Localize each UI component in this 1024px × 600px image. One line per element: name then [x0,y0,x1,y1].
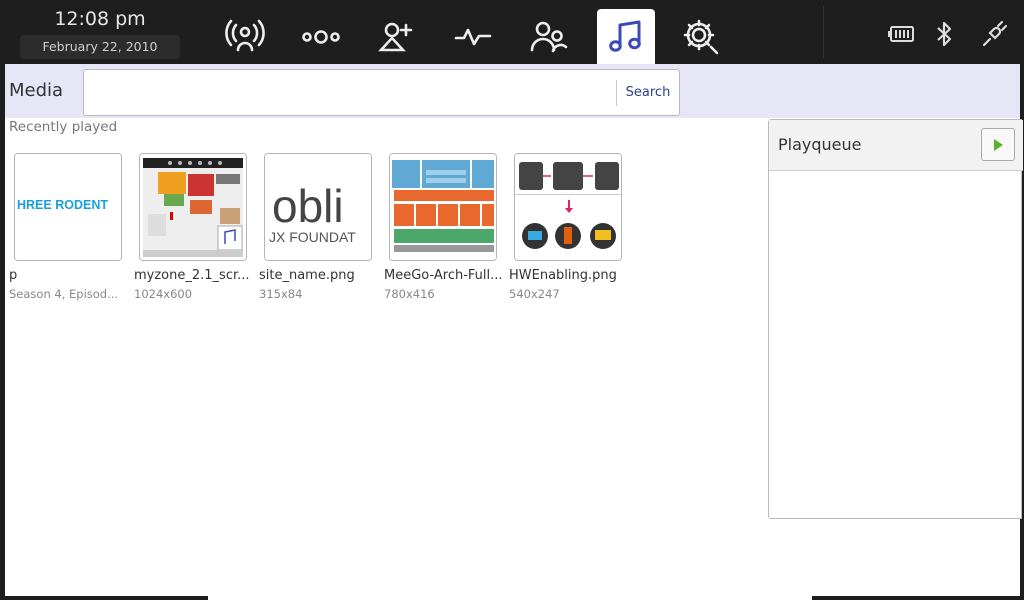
people-icon [530,21,568,52]
battery-icon [888,26,914,42]
bluetooth-status[interactable] [926,16,962,52]
playqueue-title: Playqueue [778,135,862,154]
nav-zones[interactable] [292,9,350,64]
media-item-subtitle: 1024x600 [134,287,193,301]
media-panel: Media Search Recently played HREE RODENT… [5,64,1023,600]
gear-icon [683,19,719,54]
site-name-thumbnail-image: obli JX FOUNDAT [265,154,371,260]
top-bar: 12:08 pm February 22, 2010 [0,0,1024,64]
nav-media[interactable] [597,9,655,64]
clock-time: 12:08 pm [54,8,146,30]
pulse-icon [454,28,492,45]
thumb-text: JX FOUNDAT [269,229,356,245]
media-thumbnail[interactable] [139,153,247,261]
media-thumbnail[interactable]: HREE RODENT [14,153,122,261]
media-thumbnail[interactable]: obli JX FOUNDAT [264,153,372,261]
media-header: Media Search [5,64,1020,118]
nav-people[interactable] [368,9,426,64]
play-icon [994,138,1003,151]
media-thumbnail[interactable] [514,153,622,261]
music-note-icon [609,20,641,52]
search-button[interactable]: Search [616,80,679,106]
media-item-title[interactable]: myzone_2.1_scr... [134,268,254,283]
network-status[interactable] [976,16,1012,52]
nav-status[interactable] [216,9,274,64]
architecture-diagram-thumbnail-image [390,154,496,260]
bluetooth-icon [937,21,952,47]
battery-status[interactable] [883,16,919,52]
hw-enabling-thumbnail-image [515,154,621,260]
media-item-subtitle: 780x416 [384,287,435,301]
media-item-subtitle: Season 4, Episod... [9,287,119,301]
thumb-text: HREE RODENT [17,198,108,212]
thumb-text: obli [272,180,344,232]
section-label: Recently played [9,119,118,135]
clock: 12:08 pm February 22, 2010 [20,6,180,59]
bottom-strip-left [0,596,208,600]
play-button[interactable] [981,128,1015,161]
screenshot-thumbnail-image [140,154,246,260]
nav-contacts[interactable] [520,9,578,64]
network-plug-icon [982,20,1008,47]
page-title: Media [9,80,64,101]
nav-applications[interactable] [444,9,502,64]
dots-circles-icon [302,29,340,44]
add-person-icon [378,22,413,51]
topbar-separator [823,6,824,58]
playqueue-header: Playqueue [769,120,1023,171]
media-thumbnail[interactable] [389,153,497,261]
video-thumbnail-image: HREE RODENT [15,154,121,260]
media-item-title[interactable]: site_name.png [259,268,379,283]
media-item-subtitle: 315x84 [259,287,303,301]
playqueue-panel: Playqueue [768,119,1023,519]
media-item-title[interactable]: p [9,268,129,283]
media-item-subtitle: 540x247 [509,287,560,301]
clock-date: February 22, 2010 [20,35,180,59]
bottom-strip-right [812,596,1024,600]
media-item-title[interactable]: HWEnabling.png [509,268,629,283]
media-item-title[interactable]: MeeGo-Arch-Full... [384,268,504,283]
nav-settings[interactable] [672,9,730,64]
broadcast-person-icon [225,19,265,51]
search-input[interactable]: Search [83,69,680,116]
